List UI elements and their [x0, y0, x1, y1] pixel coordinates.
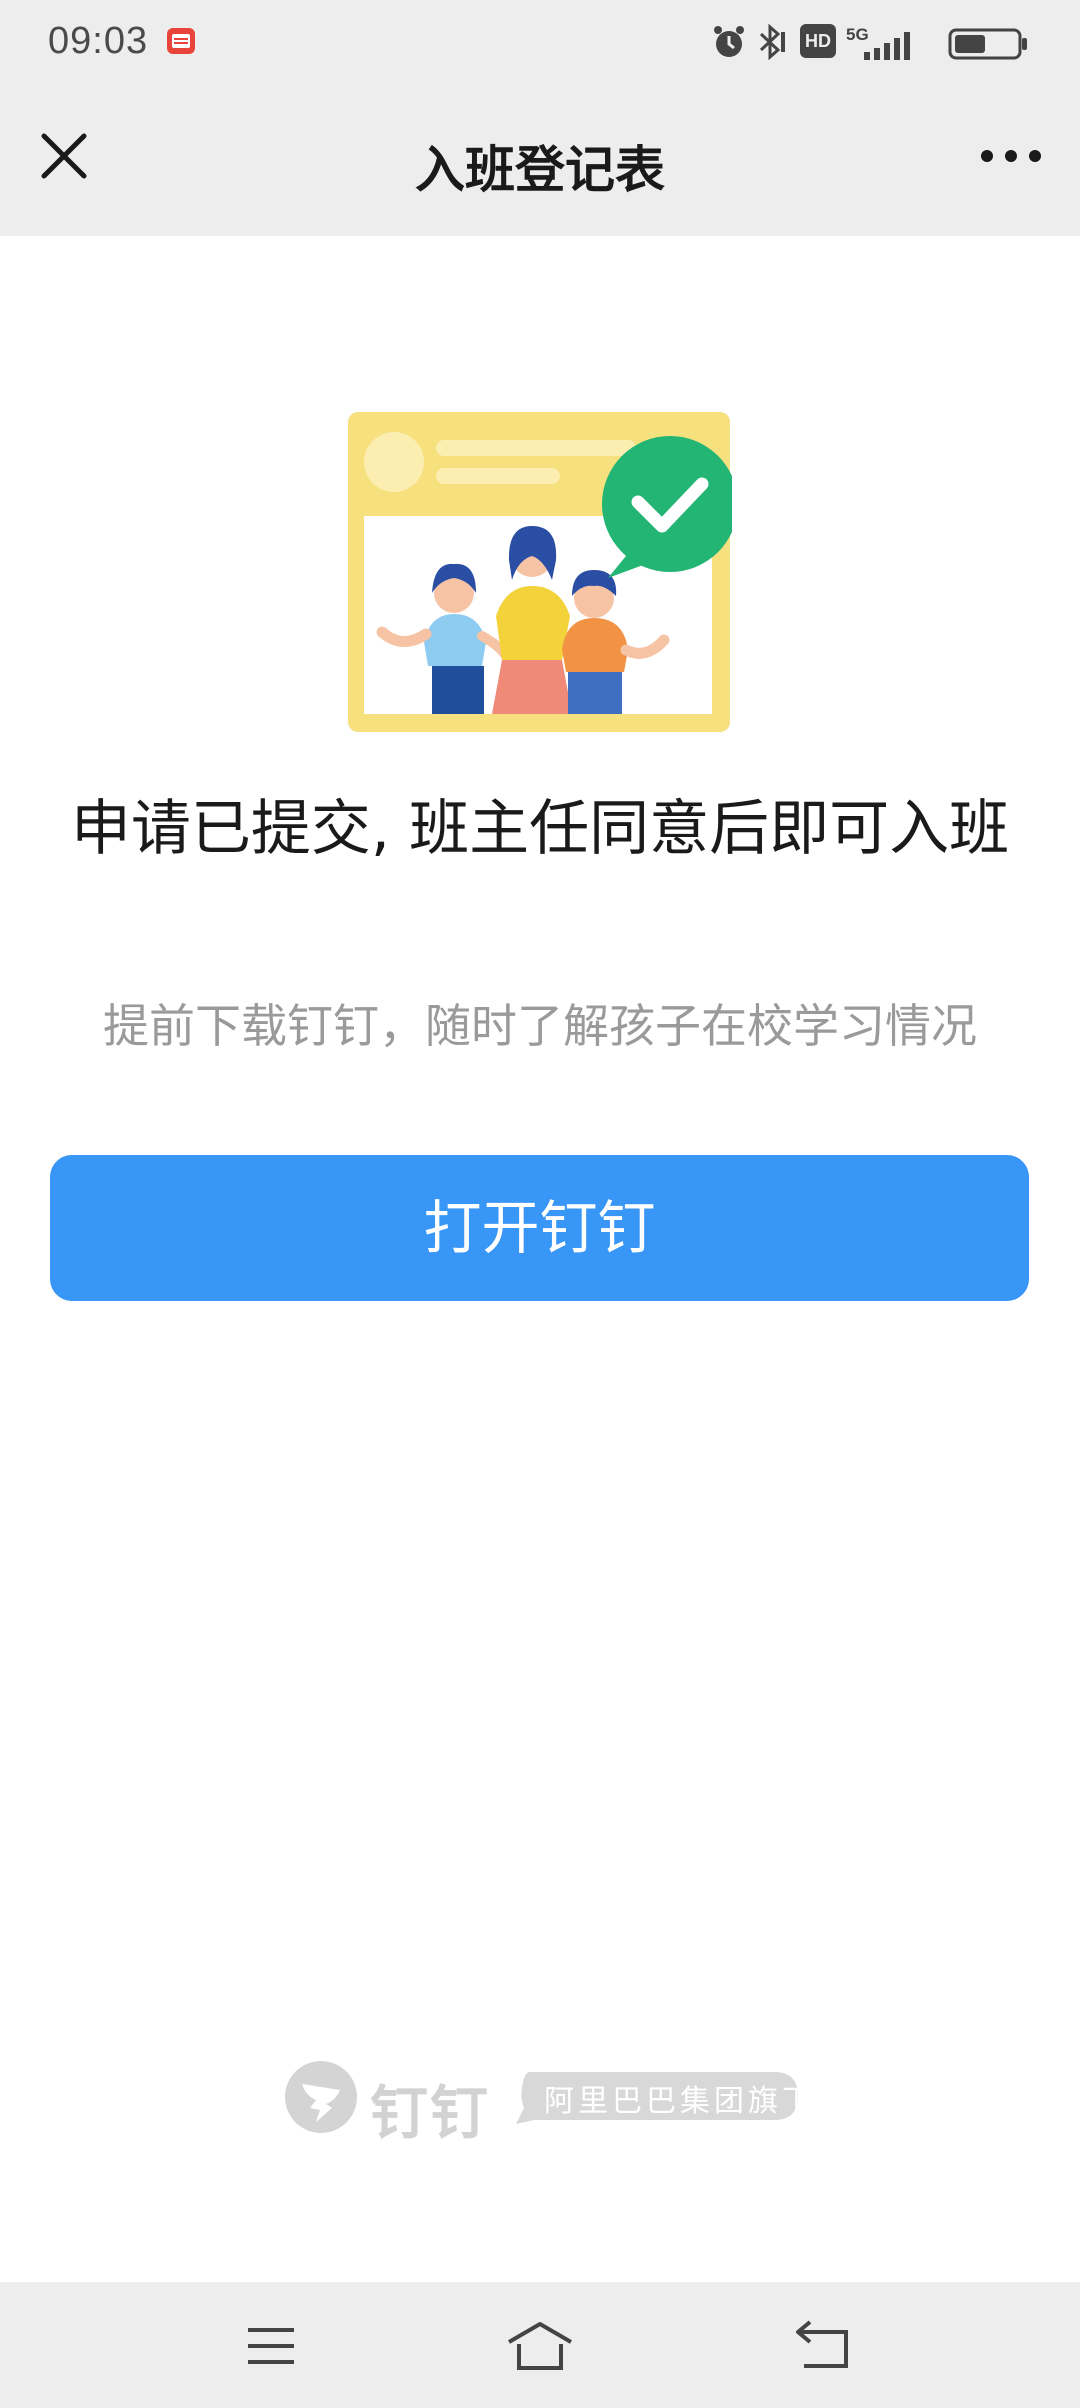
brand-tag: 阿里巴巴集团旗下 — [508, 2068, 812, 2124]
back-icon[interactable] — [788, 2318, 858, 2374]
signal-5g-icon: 5G — [846, 25, 910, 60]
submission-headline: 申请已提交, 班主任同意后即可入班 — [70, 794, 1010, 864]
brand-tag-text: 阿里巴巴集团旗下 — [544, 2084, 816, 2119]
dingtalk-logo-icon — [285, 2061, 357, 2133]
system-nav-bar — [0, 2282, 1080, 2408]
alarm-icon — [714, 26, 744, 57]
status-time: 09:03 — [48, 20, 149, 62]
status-bar: 09:03 HD 5G — [0, 0, 1080, 84]
open-dingtalk-button[interactable]: 打开钉钉 — [50, 1155, 1029, 1301]
home-icon[interactable] — [505, 2318, 575, 2374]
screen: 09:03 HD 5G 入班登记表 申请已提交, 班主任同意后即可入班 提前下载… — [0, 0, 1080, 2408]
app-notification-icon — [167, 28, 195, 54]
dingtalk-brand: 钉钉 阿里巴巴集团旗下 — [284, 2060, 812, 2147]
battery-icon — [948, 28, 1027, 60]
hd-icon: HD — [800, 24, 836, 58]
page-title: 入班登记表 — [415, 141, 665, 199]
menu-icon[interactable] — [236, 2318, 306, 2374]
title-bar: 入班登记表 — [0, 84, 1080, 236]
students-checkmark-illustration — [348, 412, 732, 732]
network-label: 5G — [846, 25, 869, 44]
download-hint: 提前下载钉钉，随时了解孩子在校学习情况 — [103, 999, 977, 1053]
more-icon[interactable] — [976, 126, 1046, 186]
bluetooth-icon — [759, 24, 785, 60]
brand-name: 钉钉 — [370, 2079, 491, 2147]
